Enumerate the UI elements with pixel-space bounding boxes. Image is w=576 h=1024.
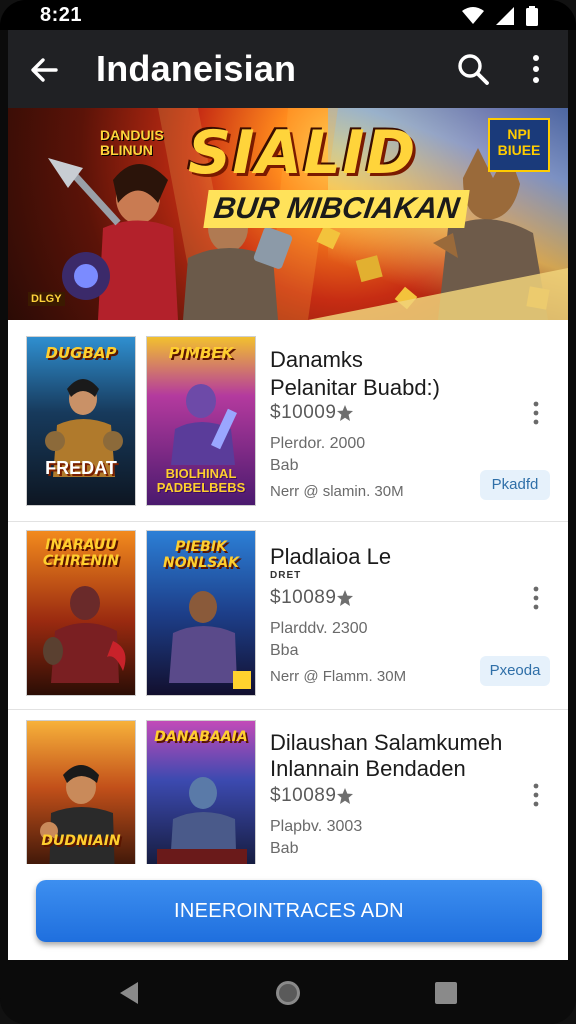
item-meta-line: Bab xyxy=(270,457,299,474)
game-poster[interactable]: DANABAAIA xyxy=(146,720,256,864)
poster-caption: FREDAT xyxy=(45,458,117,478)
page-title: Indaneisian xyxy=(96,48,297,89)
list-item[interactable]: INARAUU CHIRENIN PIEBIK NONLSAK Pladlaio… xyxy=(8,522,568,710)
more-vert-icon[interactable] xyxy=(526,585,546,611)
more-vert-icon[interactable] xyxy=(526,782,546,808)
app-bar: Indaneisian xyxy=(8,30,568,108)
poster-caption: BIOLHINAL PADBELBEBS xyxy=(156,466,246,495)
game-poster[interactable]: PIMBEK BIOLHINAL PADBELBEBS xyxy=(146,336,256,506)
banner-corner-tag: DLGY xyxy=(28,292,65,306)
item-title-line[interactable]: Pladlaioa Le xyxy=(270,544,391,570)
list-item[interactable]: DUGBAP FREDAT PIMBEK BIOLHINAL PADBELBEB… xyxy=(8,320,568,522)
signal-icon xyxy=(496,7,514,25)
system-nav-bar xyxy=(0,962,576,1024)
poster-title: DUGBAP xyxy=(45,344,117,362)
item-meta-line: Bba xyxy=(270,642,299,659)
wifi-icon xyxy=(462,7,484,24)
nav-back-icon[interactable] xyxy=(116,980,142,1006)
list-item[interactable]: DUDNIAIN DANABAAIA Dilaushan Salamkumeh … xyxy=(8,710,568,864)
status-chip[interactable]: Pkadfd xyxy=(480,470,550,500)
more-vert-icon[interactable] xyxy=(524,52,548,86)
featured-banner[interactable]: DANDUIS BLINUN SIALID BUR MIBCIAKAN NPI … xyxy=(8,108,568,320)
game-poster[interactable]: DUGBAP FREDAT xyxy=(26,336,136,506)
star-icon xyxy=(337,788,353,804)
search-icon[interactable] xyxy=(456,52,490,86)
banner-subtitle: BUR MIBCIAKAN xyxy=(203,190,470,228)
back-arrow-icon[interactable] xyxy=(26,52,62,88)
battery-icon xyxy=(526,6,538,26)
poster-title: DANABAAIA xyxy=(154,729,248,745)
poster-title: PIMBEK xyxy=(168,344,234,362)
game-list: DUGBAP FREDAT PIMBEK BIOLHINAL PADBELBEB… xyxy=(8,320,568,864)
banner-title: SIALID xyxy=(188,118,417,188)
item-meta-line: Plapbv. 3003 xyxy=(270,818,363,835)
item-title-line[interactable]: Danamks xyxy=(270,347,363,373)
item-price: $10089 xyxy=(270,587,337,608)
item-downloads: Nerr @ slamin. 30M xyxy=(270,483,404,500)
nav-recents-icon[interactable] xyxy=(434,981,458,1005)
action-area: INEEROINTRACES ADN xyxy=(8,864,568,960)
star-icon xyxy=(337,590,353,606)
item-title-line[interactable]: Dilaushan Salamkumeh xyxy=(270,730,502,756)
item-price: $10009 xyxy=(270,402,337,423)
item-meta-line: Plarddv. 2300 xyxy=(270,620,368,637)
poster-title: INARAUU CHIRENIN xyxy=(42,537,120,569)
item-title-line[interactable]: Pelanitar Buabd:) xyxy=(270,375,440,401)
item-title-line[interactable]: Inlannain Bendaden xyxy=(270,756,466,782)
game-poster[interactable]: PIEBIK NONLSAK xyxy=(146,530,256,696)
game-poster[interactable]: INARAUU CHIRENIN xyxy=(26,530,136,696)
status-bar: 8:21 xyxy=(0,0,576,30)
item-tag: DRET xyxy=(270,570,302,581)
status-chip[interactable]: Pxeoda xyxy=(480,656,550,686)
star-icon xyxy=(337,405,353,421)
banner-badge-left: DANDUIS BLINUN xyxy=(100,127,164,158)
poster-title: PIEBIK NONLSAK xyxy=(162,539,240,571)
primary-action-button[interactable]: INEEROINTRACES ADN xyxy=(36,880,542,942)
item-price: $10089 xyxy=(270,785,337,806)
status-icons xyxy=(462,6,538,26)
nav-home-icon[interactable] xyxy=(274,979,302,1007)
game-poster[interactable]: DUDNIAIN xyxy=(26,720,136,864)
item-meta-line: Plerdor. 2000 xyxy=(270,435,366,452)
banner-badge-right: NPI BIUEE xyxy=(488,118,550,172)
poster-title: DUDNIAIN xyxy=(41,833,121,849)
item-meta-line: Bab xyxy=(270,840,299,857)
poster-figure xyxy=(45,379,123,477)
item-downloads: Nerr @ Flamm. 30M xyxy=(270,668,407,685)
more-vert-icon[interactable] xyxy=(526,400,546,426)
status-time: 8:21 xyxy=(40,4,83,26)
phone-screen: 8:21 Indaneisian DANDUIS BLINUN SIALID B… xyxy=(0,0,576,1024)
